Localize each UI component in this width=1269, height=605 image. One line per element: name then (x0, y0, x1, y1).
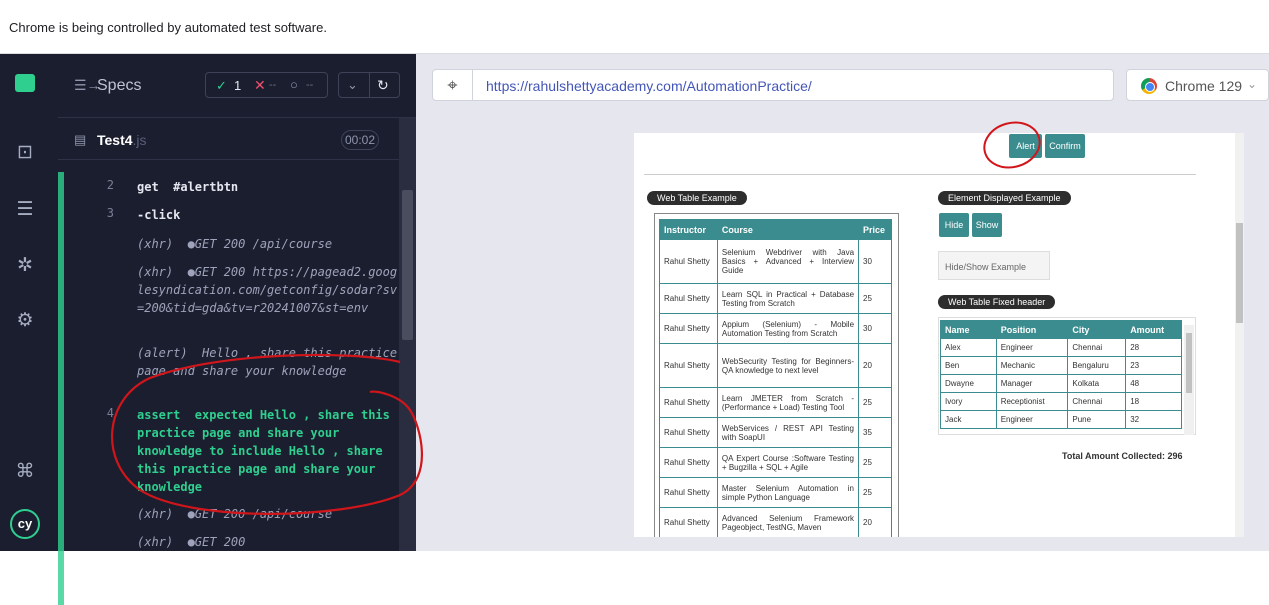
command-log: 2 get #alertbtn 3 -click (xhr) ●GET 200 … (106, 178, 398, 549)
keyboard-shortcuts-icon[interactable]: ⌘ (12, 459, 38, 485)
element-displayed-label: Element Displayed Example (938, 191, 1071, 205)
table-row: Dwayne Manager Kolkata 48 (940, 374, 1182, 393)
rerun-icon[interactable]: ↻ (377, 77, 389, 94)
test-file-row[interactable]: ▤ Test4.js 00:02 (58, 118, 401, 160)
pass-count: 1 (234, 78, 242, 93)
table-row: Ben Mechanic Bengaluru 23 (940, 356, 1182, 375)
chrome-logo-icon (1141, 78, 1157, 94)
cypress-nav-rail: ⊡ ☰ ✲ ⚙ ⌘ cy (0, 54, 58, 551)
run-stats: ✓ 1 ✕ -- ○ -- (205, 72, 328, 98)
url-text: https://rahulshettyacademy.com/Automatio… (486, 78, 812, 94)
fail-count: -- (269, 79, 277, 91)
browser-selector[interactable]: Chrome 129 ⌄ (1126, 69, 1269, 101)
pass-check-icon: ✓ (216, 78, 227, 93)
table-row: Rahul Shetty WebServices / REST API Testi… (659, 417, 892, 448)
specs-list-icon[interactable]: ☰ (12, 197, 38, 223)
command-log-panel: ☰→ Specs ✓ 1 ✕ -- ○ -- ⌄ ↻ ▤ Test4.js 00… (58, 54, 416, 605)
specs-header: ☰→ Specs ✓ 1 ✕ -- ○ -- ⌄ ↻ (58, 54, 416, 118)
log-scrollbar-thumb[interactable] (402, 190, 413, 340)
runs-bug-icon[interactable]: ✲ (12, 253, 38, 279)
test-duration: 00:02 (341, 130, 379, 150)
file-icon: ▤ (74, 132, 87, 147)
table-row: Rahul Shetty Selenium Webdriver with Java… (659, 239, 892, 284)
table-row: Rahul Shetty Appium (Selenium) - Mobile A… (659, 313, 892, 344)
run-controls: ⌄ ↻ (338, 72, 400, 98)
pending-icon: ○ (290, 77, 298, 92)
divider (644, 174, 1196, 175)
chevron-down-icon: ⌄ (1247, 77, 1258, 91)
table-row: Alex Engineer Chennai 28 (940, 338, 1182, 357)
project-icon[interactable]: ⊡ (12, 140, 38, 166)
fixed-header-table: Name Position City Amount Alex Engineer Ch… (940, 320, 1182, 429)
test-file-name: Test4.js (97, 132, 147, 148)
cypress-cy-logo-icon[interactable]: cy (10, 509, 40, 539)
table-row: Jack Engineer Pune 32 (940, 410, 1182, 429)
hide-button[interactable]: Hide (939, 213, 969, 237)
hide-show-input[interactable]: Hide/Show Example (938, 251, 1050, 280)
url-bar[interactable]: ⌖ https://rahulshettyacademy.com/Automat… (432, 69, 1114, 101)
table-row: Rahul Shetty QA Expert Course :Software T… (659, 447, 892, 478)
table-row: Rahul Shetty Advanced Selenium Framework … (659, 507, 892, 537)
fixed-table-scrollbar[interactable] (1184, 325, 1194, 435)
web-table: Instructor Course Price Rahul Shetty Sele… (659, 219, 892, 537)
automation-infobar: Chrome is being controlled by automated … (0, 0, 1269, 54)
app-logo-icon[interactable] (12, 70, 38, 96)
total-amount: Total Amount Collected: 296 (1062, 451, 1183, 461)
alert-button[interactable]: Alert (1009, 134, 1042, 158)
selector-playground-target-icon[interactable]: ⌖ (433, 70, 473, 100)
infobar-message: Chrome is being controlled by automated … (9, 20, 327, 35)
fixed-header-label: Web Table Fixed header (938, 295, 1056, 309)
table-row: Rahul Shetty Learn JMETER from Scratch - … (659, 387, 892, 418)
table-row: Ivory Receptionist Chennai 18 (940, 392, 1182, 411)
specs-title[interactable]: Specs (97, 77, 141, 95)
show-button[interactable]: Show (972, 213, 1002, 237)
app-under-test-frame: Alert Confirm Web Table Example Instruct… (634, 133, 1244, 537)
running-indicator (58, 172, 64, 605)
pending-count: -- (306, 79, 314, 91)
table-row: Rahul Shetty Learn SQL in Practical + Dat… (659, 283, 892, 314)
aut-page-scrollbar[interactable] (1235, 133, 1244, 537)
web-table-label: Web Table Example (647, 191, 747, 205)
table-row: Rahul Shetty WebSecurity Testing for Begi… (659, 343, 892, 388)
confirm-button[interactable]: Confirm (1045, 134, 1085, 158)
browser-name: Chrome 129 (1165, 78, 1243, 94)
fail-x-icon: ✕ (254, 77, 266, 93)
chevron-down-icon[interactable]: ⌄ (347, 77, 358, 93)
table-row: Rahul Shetty Master Selenium Automation i… (659, 477, 892, 508)
settings-gear-icon[interactable]: ⚙ (12, 308, 38, 334)
